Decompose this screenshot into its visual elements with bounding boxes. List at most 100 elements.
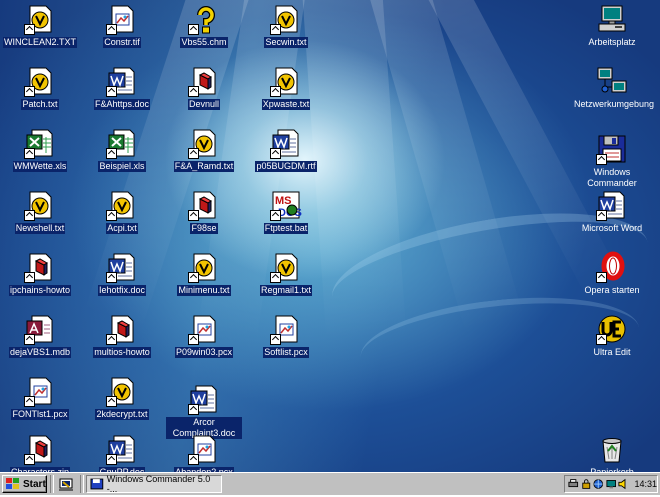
desktop-icon-2kdecrypt-txt[interactable]: 2kdecrypt.txt [84,375,160,433]
tray-clock[interactable]: 14:31 [635,479,658,489]
app-icon [24,433,56,465]
desktop-icon-acpi-txt[interactable]: Acpi.txt [84,189,160,247]
desktop-icon-ultra-edit[interactable]: Ultra Edit [574,313,650,371]
tray-security-icon[interactable] [581,478,592,490]
desktop-icon-label: Windows Commander [587,167,637,188]
desktop-icon-label: Vbs55.chm [180,37,228,48]
desktop-icon-characters-zip[interactable]: Characters.zip [2,433,78,472]
desktop-icon-xpwaste-txt[interactable]: Xpwaste.txt [248,65,324,123]
desktop-icon-beispiel-xls[interactable]: Beispiel.xls [84,127,160,185]
desktop-icon-patch-txt[interactable]: Patch.txt [2,65,78,123]
opera-icon [596,251,628,283]
taskbar: Start Windows Commander 5.0 -... 14:31 [0,472,660,495]
desktop-icon-gnupp-doc[interactable]: GnuPP.doc [84,433,160,472]
windows-commander-icon [90,478,104,490]
desktop-icon-softlist-pcx[interactable]: Softlist.pcx [248,313,324,371]
desktop-icon-label: dejaVBS1.mdb [8,347,72,358]
desktop-icon-secwin-txt[interactable]: Secwin.txt [248,3,324,61]
wordpad-icon [106,375,138,407]
desktop-icon-newshell-txt[interactable]: Newshell.txt [2,189,78,247]
shortcut-arrow-icon [106,396,117,407]
app-icon [188,189,220,221]
shortcut-arrow-icon [106,24,117,35]
tray-monitor-icon[interactable] [605,478,617,490]
word-icon [596,189,628,221]
desktop-icon-arbeitsplatz[interactable]: Arbeitsplatz [574,3,650,61]
desktop-icon-netzwerkumgebung[interactable]: Netzwerkumgebung [574,65,655,123]
desktop-icon-ipchains-howto[interactable]: ipchains-howto [2,251,78,309]
shortcut-arrow-icon [188,334,199,345]
desktop-icon-microsoft-word[interactable]: Microsoft Word [574,189,650,247]
wordpad-icon [24,189,56,221]
start-button[interactable]: Start [2,475,47,493]
desktop-icon-devnull[interactable]: Devnull [166,65,242,123]
shortcut-arrow-icon [270,334,281,345]
desktop-icon-label: Ftptest.bat [263,223,309,234]
desktop-icon-label: Netzwerkumgebung [574,99,655,109]
tray-network-icon[interactable] [593,478,604,490]
desktop-icon-p05bugdm-rtf[interactable]: p05BUGDM.rtf [248,127,324,185]
desktop-icon-f-a-ramd-txt[interactable]: F&A_Ramd.txt [166,127,242,185]
windows-logo-icon [6,478,19,489]
desktop-icon-f-ahttps-doc[interactable]: F&Ahttps.doc [84,65,160,123]
shortcut-arrow-icon [106,272,117,283]
desktop-icon-multios-howto[interactable]: multios-howto [84,313,160,371]
desktop-icon-minimenu-txt[interactable]: Minimenu.txt [166,251,242,309]
shortcut-arrow-icon [24,396,35,407]
image-icon [188,433,220,465]
word-icon [106,433,138,465]
shortcut-arrow-icon [270,24,281,35]
desktop-icon-abandon2-pcx[interactable]: Abandon2.pcx [166,433,242,472]
recycle-icon [596,433,628,465]
tray-printer-icon[interactable] [568,478,579,490]
desktop-icon-iehotfix-doc[interactable]: Iehotfix.doc [84,251,160,309]
word-icon [106,65,138,97]
show-desktop-icon [59,478,73,491]
shortcut-arrow-icon [106,86,117,97]
svg-text:MS: MS [275,195,292,207]
desktop-icon-constr-tif[interactable]: Constr.tif [84,3,160,61]
shortcut-arrow-icon [106,454,117,465]
desktop-icon-label: Xpwaste.txt [261,99,311,110]
desktop-icon-ftptest-bat[interactable]: MSDOS Ftptest.bat [248,189,324,247]
app-icon [106,313,138,345]
shortcut-arrow-icon [106,210,117,221]
desktop-icon-winclean2-txt[interactable]: WINCLEAN2.TXT [2,3,78,61]
quicklaunch-desktop-button[interactable] [57,476,75,492]
desktop-icon-fontlst1-pcx[interactable]: FONTlst1.pcx [2,375,78,433]
desktop-icon-dejavbs1-mdb[interactable]: dejaVBS1.mdb [2,313,78,371]
tray-volume-icon[interactable] [618,478,629,490]
desktop-icon-label: Newshell.txt [14,223,66,234]
desktop-icon-label: F&Ahttps.doc [93,99,151,110]
shortcut-arrow-icon [24,272,35,283]
shortcut-arrow-icon [188,148,199,159]
desktop-icon-label: multios-howto [93,347,151,358]
desktop[interactable]: WINCLEAN2.TXT Patch.txt WMWette.xls Newshel… [0,0,660,472]
desktop-icon-f98se[interactable]: F98se [166,189,242,247]
desktop-icon-opera-starten[interactable]: Opera starten [574,251,650,309]
image-icon [106,3,138,35]
desktop-icon-label: Devnull [187,99,220,110]
excel-icon [106,127,138,159]
shortcut-arrow-icon [106,148,117,159]
wordpad-icon [106,189,138,221]
desktop-icon-p09win03-pcx[interactable]: P09win03.pcx [166,313,242,371]
desktop-icon-regmail1-txt[interactable]: Regmail1.txt [248,251,324,309]
help-icon [188,3,220,35]
wordpad-icon [188,251,220,283]
desktop-icon-label: Secwin.txt [264,37,308,48]
shortcut-arrow-icon [106,334,117,345]
desktop-icon-label: P09win03.pcx [174,347,234,358]
task-windows-commander[interactable]: Windows Commander 5.0 -... [86,474,222,494]
desktop-icon-label: Ultra Edit [593,347,631,357]
desktop-icon-label: Iehotfix.doc [97,285,147,296]
shortcut-arrow-icon [24,210,35,221]
desktop-icon-vbs55-chm[interactable]: Vbs55.chm [166,3,242,61]
image-icon [24,375,56,407]
desktop-icon-windows-commander[interactable]: Windows Commander [574,133,650,191]
shortcut-arrow-icon [270,210,281,221]
access-icon [24,313,56,345]
wordpad-icon [188,127,220,159]
desktop-icon-wmwette-xls[interactable]: WMWette.xls [2,127,78,185]
desktop-icon-papierkorb[interactable]: Papierkorb [574,433,650,472]
